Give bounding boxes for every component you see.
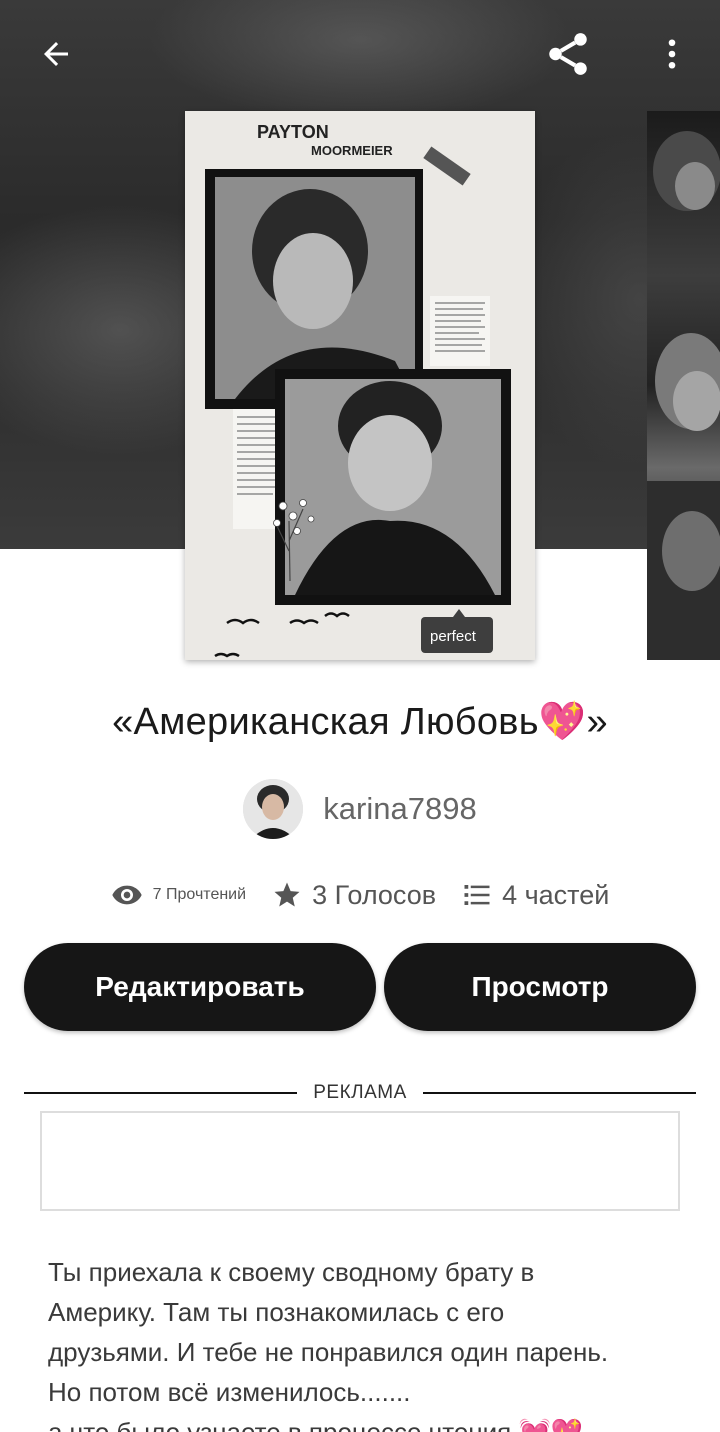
eye-icon (112, 885, 142, 905)
story-description: Ты приехала к своему сводному брату в Ам… (48, 1257, 609, 1432)
view-button[interactable]: Просмотр (384, 943, 696, 1031)
cover-tag: perfect (430, 628, 477, 645)
author-name[interactable]: karina7898 (323, 791, 476, 827)
back-button[interactable] (24, 22, 88, 86)
story-stats: 7 Прочтений 3 Голосов 4 частей (0, 872, 720, 918)
top-bar (0, 0, 720, 110)
reads-count: 7 Прочтений (152, 886, 247, 903)
more-vertical-icon (668, 39, 676, 69)
story-cover[interactable]: PAYTON MOORMEIER perfect (185, 111, 535, 660)
next-cover-preview[interactable] (647, 111, 720, 660)
avatar[interactable] (243, 779, 304, 839)
cover-title-line2: MOORMEIER (311, 143, 393, 158)
story-title: «Американская Любовь💖» (112, 701, 608, 743)
ad-label: РЕКЛАМА (313, 1082, 407, 1103)
ad-header: РЕКЛАМА (24, 1080, 696, 1106)
avatar-image (243, 779, 304, 839)
cover-title-line1: PAYTON (257, 122, 329, 142)
ad-slot[interactable] (40, 1111, 680, 1211)
cover-artwork: PAYTON MOORMEIER perfect (185, 111, 535, 660)
next-cover-artwork (647, 131, 720, 660)
author-row[interactable]: karina7898 (0, 778, 720, 840)
parts-count: 4 частей (502, 879, 610, 910)
list-icon (464, 885, 490, 905)
star-icon (274, 882, 300, 907)
votes-count: 3 Голосов (312, 879, 437, 910)
share-button[interactable] (536, 22, 600, 86)
arrow-left-icon (44, 42, 68, 66)
edit-button[interactable]: Редактировать (24, 943, 376, 1031)
reads-stat: 7 Прочтений (111, 879, 246, 911)
ad-divider-right (422, 1092, 696, 1094)
parts-stat[interactable]: 4 частей (462, 880, 609, 911)
votes-stat: 3 Голосов (272, 880, 436, 911)
ad-divider-left (24, 1092, 298, 1094)
more-options-button[interactable] (640, 22, 704, 86)
share-icon (549, 33, 587, 75)
